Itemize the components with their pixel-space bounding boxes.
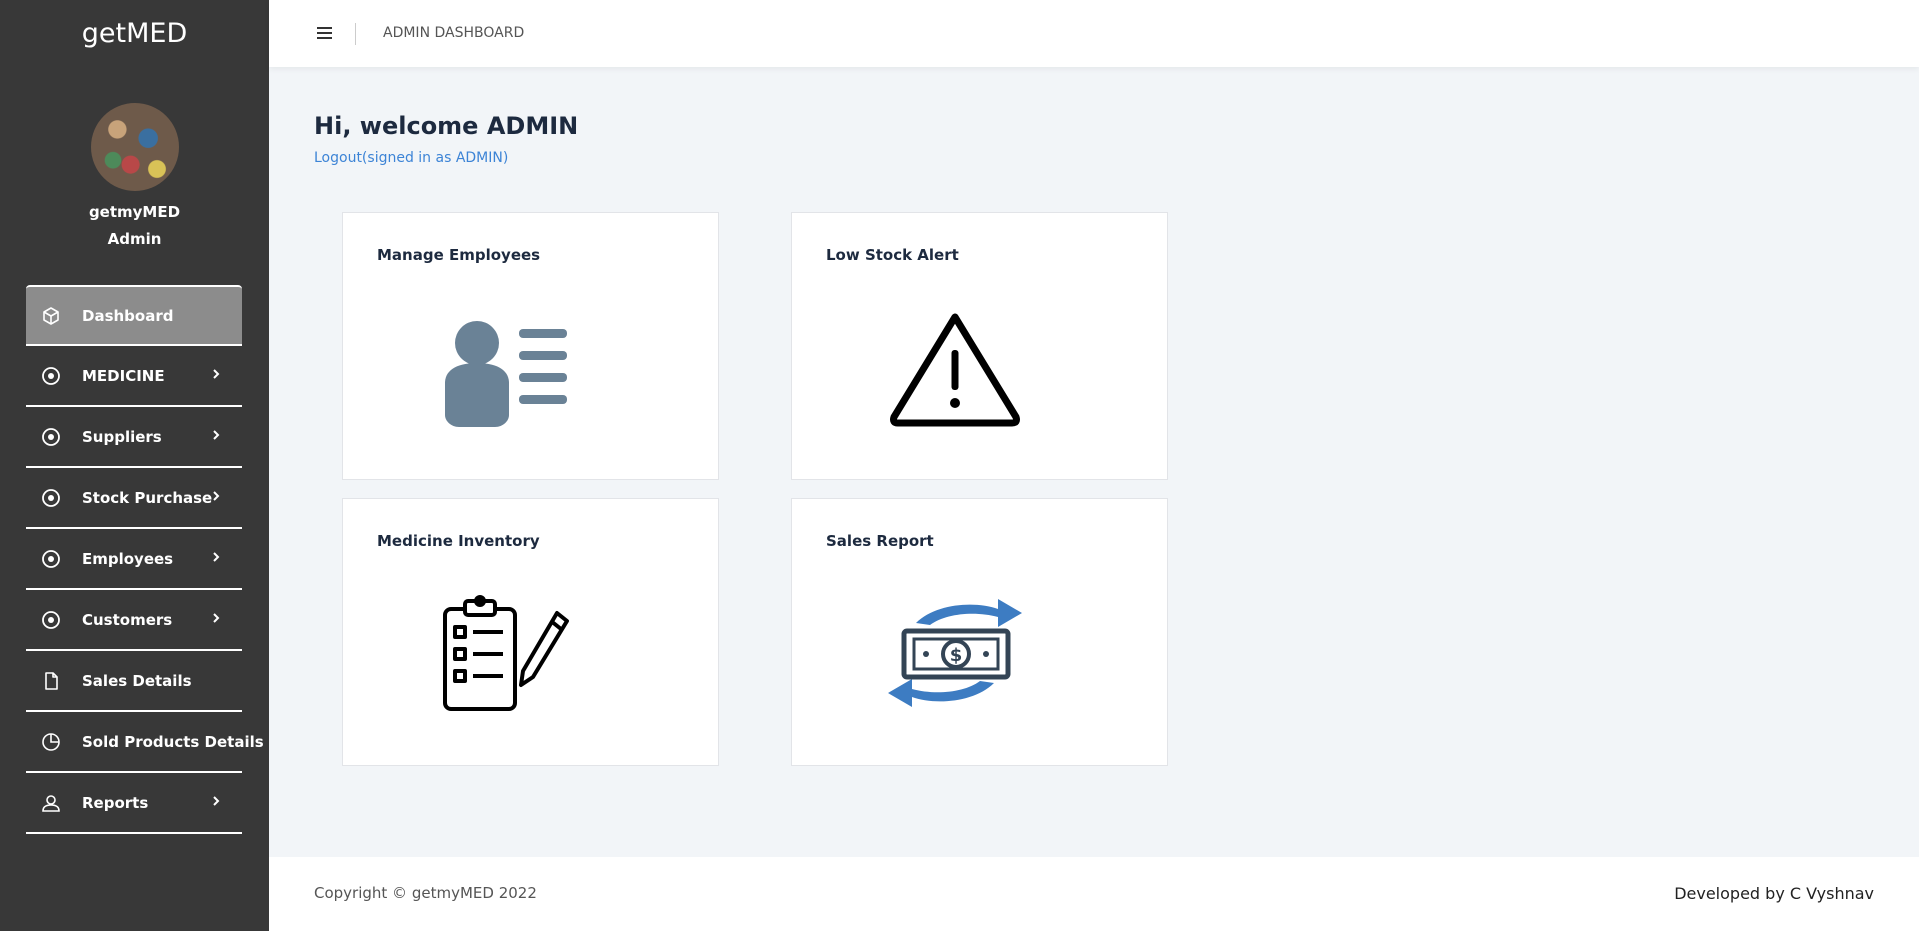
welcome-heading: Hi, welcome ADMIN [314, 112, 579, 140]
chevron-right-icon [211, 490, 221, 506]
circle-dot-icon [41, 366, 61, 386]
chevron-right-icon [211, 795, 221, 811]
card-title: Sales Report [826, 532, 934, 550]
sidebar-item-label: MEDICINE [82, 366, 165, 385]
circle-dot-icon [41, 488, 61, 508]
user-icon [41, 793, 61, 813]
sidebar-item-suppliers[interactable]: Suppliers [26, 407, 242, 468]
divider [355, 23, 356, 45]
logout-link[interactable]: Logout(signed in as ADMIN) [314, 150, 508, 166]
card-manage-employees[interactable]: Manage Employees [342, 212, 719, 480]
developer-credit: Developed by C Vyshnav [1674, 884, 1874, 903]
employee-id-icon [437, 305, 575, 429]
sidebar-item-stock-purchase[interactable]: Stock Purchase [26, 468, 242, 529]
sidebar-item-employees[interactable]: Employees [26, 529, 242, 590]
avatar [91, 103, 179, 191]
top-bar: ADMIN DASHBOARD [269, 0, 1919, 67]
warning-triangle-icon [886, 305, 1024, 429]
copyright-text: Copyright © getmyMED 2022 [314, 884, 537, 902]
sidebar-item-label: Customers [82, 610, 173, 629]
sidebar-item-label: Sales Details [82, 671, 192, 690]
sidebar-item-sold-products-details[interactable]: Sold Products Details [26, 712, 264, 773]
circle-dot-icon [41, 610, 61, 630]
user-name: getmyMED [88, 203, 181, 221]
circle-dot-icon [41, 549, 61, 569]
chevron-right-icon [211, 551, 221, 567]
pie-chart-icon [41, 732, 61, 752]
sidebar-item-medicine[interactable]: MEDICINE [26, 346, 242, 407]
clipboard-checklist-icon [437, 591, 575, 715]
card-title: Medicine Inventory [377, 532, 540, 550]
money-exchange-icon: $ [886, 591, 1024, 715]
card-title: Low Stock Alert [826, 246, 959, 264]
chevron-right-icon [211, 612, 221, 628]
sidebar-item-customers[interactable]: Customers [26, 590, 242, 651]
card-title: Manage Employees [377, 246, 541, 264]
sidebar-item-reports[interactable]: Reports [26, 773, 242, 834]
sidebar-item-sales-details[interactable]: Sales Details [26, 651, 242, 712]
chevron-right-icon [211, 429, 221, 445]
hamburger-menu-icon[interactable] [317, 27, 332, 39]
sidebar-item-label: Suppliers [82, 427, 162, 446]
footer: Copyright © getmyMED 2022 Developed by C… [269, 857, 1919, 931]
cube-icon [41, 306, 61, 326]
sidebar: getMED getmyMED Admin Dashboard MEDICINE [0, 0, 269, 931]
card-low-stock-alert[interactable]: Low Stock Alert [791, 212, 1168, 480]
sidebar-item-dashboard[interactable]: Dashboard [26, 285, 242, 346]
svg-text:$: $ [950, 645, 963, 666]
file-icon [41, 671, 61, 691]
circle-dot-icon [41, 427, 61, 447]
chevron-right-icon [211, 368, 221, 384]
page-title: ADMIN DASHBOARD [383, 25, 525, 41]
sidebar-item-label: Stock Purchase [82, 488, 213, 507]
card-sales-report[interactable]: Sales Report $ [791, 498, 1168, 766]
sidebar-item-label: Dashboard [82, 306, 174, 325]
sidebar-item-label: Reports [82, 793, 149, 812]
user-role: Admin [107, 230, 162, 248]
sidebar-item-label: Sold Products Details [82, 732, 264, 751]
sidebar-item-label: Employees [82, 549, 174, 568]
brand-logo[interactable]: getMED [0, 18, 269, 49]
sidebar-nav: Dashboard MEDICINE Suppliers Stock Purch… [26, 285, 264, 834]
card-medicine-inventory[interactable]: Medicine Inventory [342, 498, 719, 766]
